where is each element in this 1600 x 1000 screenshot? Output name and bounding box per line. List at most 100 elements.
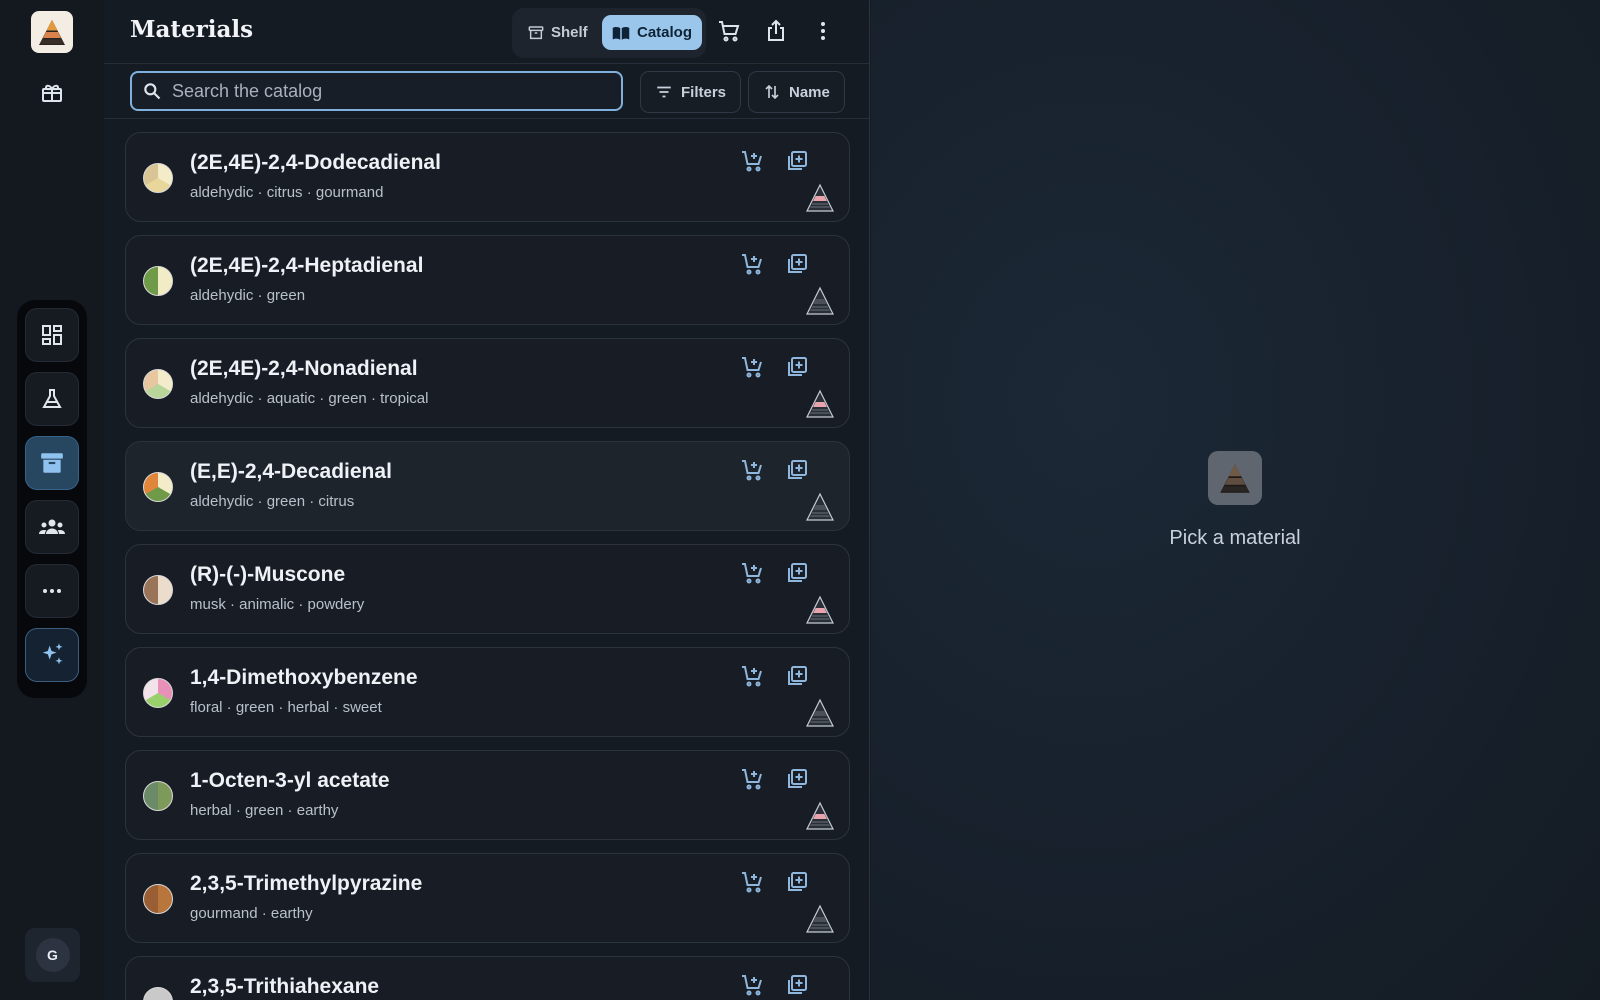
list-item[interactable]: (2E,4E)-2,4-Dodecadienal aldehydic · citr…	[125, 132, 850, 222]
list-item[interactable]: 2,3,5-Trithiahexane	[125, 956, 850, 1000]
add-to-shelf-icon[interactable]	[783, 559, 811, 587]
add-to-cart-icon[interactable]	[738, 353, 766, 381]
pyramid-icon	[806, 286, 834, 316]
color-swatch	[143, 163, 173, 193]
header-divider	[104, 63, 870, 64]
empty-state-text: Pick a material	[1169, 527, 1301, 549]
add-to-shelf-icon[interactable]	[783, 147, 811, 175]
tab-shelf[interactable]: Shelf	[518, 15, 598, 50]
list-item[interactable]: (2E,4E)-2,4-Heptadienal aldehydic · green	[125, 235, 850, 325]
tab-shelf-label: Shelf	[551, 24, 588, 41]
list-item[interactable]: 2,3,5-Trimethylpyrazine gourmand · earthy	[125, 853, 850, 943]
add-to-cart-icon[interactable]	[738, 765, 766, 793]
sort-icon	[765, 84, 779, 100]
view-toggle: Shelf Catalog	[512, 8, 706, 58]
list-item[interactable]: 1,4-Dimethoxybenzene floral · green · her…	[125, 647, 850, 737]
pyramid-icon	[806, 595, 834, 625]
nav-dashboard-button[interactable]	[25, 308, 79, 362]
search-box[interactable]	[130, 71, 623, 111]
add-to-cart-icon[interactable]	[738, 971, 766, 999]
flask-icon	[42, 389, 62, 408]
material-name: 2,3,5-Trithiahexane	[190, 975, 380, 998]
toolbar-divider	[104, 118, 870, 119]
filters-button[interactable]: Filters	[640, 71, 742, 113]
nav-lab-button[interactable]	[25, 372, 79, 426]
tab-catalog[interactable]: Catalog	[602, 15, 703, 50]
add-to-shelf-icon[interactable]	[783, 971, 811, 999]
sparkle-icon	[42, 643, 63, 665]
color-swatch	[143, 369, 173, 399]
archive-icon	[528, 25, 544, 39]
add-to-cart-icon[interactable]	[738, 868, 766, 896]
list-item[interactable]: 1-Octen-3-yl acetate herbal · green · ear…	[125, 750, 850, 840]
add-to-cart-icon[interactable]	[738, 250, 766, 278]
nav-shelf-button[interactable]	[25, 436, 79, 490]
people-icon	[39, 519, 65, 534]
material-name: 1,4-Dimethoxybenzene	[190, 666, 418, 689]
nav-group	[17, 300, 87, 698]
materials-panel: Materials Shelf Catalog Filters Name (2E…	[104, 0, 870, 1000]
material-tags: aldehydic · green	[190, 287, 306, 304]
pyramid-icon	[806, 801, 834, 831]
avatar: G	[35, 938, 70, 972]
add-to-shelf-icon[interactable]	[783, 456, 811, 484]
add-to-cart-icon[interactable]	[738, 559, 766, 587]
detail-pane: Pick a material	[871, 0, 1600, 1000]
pyramid-icon	[806, 389, 834, 419]
nav-ai-button[interactable]	[25, 628, 79, 682]
nav-community-button[interactable]	[25, 500, 79, 554]
account-button[interactable]: G	[25, 928, 80, 982]
add-to-shelf-icon[interactable]	[783, 353, 811, 381]
material-tags: floral · green · herbal · sweet	[190, 699, 382, 716]
sort-label: Name	[789, 83, 830, 101]
dashboard-icon	[42, 325, 62, 345]
material-name: (2E,4E)-2,4-Heptadienal	[190, 254, 424, 277]
color-swatch	[143, 575, 173, 605]
app-logo-icon	[1208, 451, 1262, 505]
search-input[interactable]	[172, 80, 621, 102]
material-name: (R)-(-)-Muscone	[190, 563, 346, 586]
material-tags: aldehydic · green · citrus	[190, 493, 355, 510]
list-item[interactable]: (E,E)-2,4-Decadienal aldehydic · green · …	[125, 441, 850, 531]
sort-button[interactable]: Name	[748, 71, 845, 113]
color-swatch	[143, 266, 173, 296]
add-to-shelf-icon[interactable]	[783, 662, 811, 690]
add-to-cart-icon[interactable]	[738, 662, 766, 690]
add-to-cart-icon[interactable]	[738, 456, 766, 484]
material-name: (2E,4E)-2,4-Nonadienal	[190, 357, 418, 380]
pyramid-icon	[806, 183, 834, 213]
add-to-shelf-icon[interactable]	[783, 765, 811, 793]
add-to-shelf-icon[interactable]	[783, 868, 811, 896]
search-icon	[132, 81, 172, 101]
more-horizontal-icon	[43, 589, 61, 593]
cart-icon[interactable]	[714, 16, 744, 46]
pyramid-icon	[806, 698, 834, 728]
color-swatch	[143, 884, 173, 914]
more-vertical-icon[interactable]	[808, 16, 838, 46]
material-tags: musk · animalic · powdery	[190, 596, 365, 613]
color-swatch	[143, 781, 173, 811]
share-icon[interactable]	[761, 16, 791, 46]
material-name: 1-Octen-3-yl acetate	[190, 769, 390, 792]
material-tags: gourmand · earthy	[190, 905, 313, 922]
color-swatch	[143, 987, 173, 1000]
add-to-cart-icon[interactable]	[738, 147, 766, 175]
filters-label: Filters	[681, 83, 727, 101]
archive-icon	[41, 453, 63, 473]
app-logo-icon[interactable]	[31, 11, 73, 53]
pyramid-icon	[806, 904, 834, 934]
gift-icon[interactable]	[40, 80, 64, 104]
add-to-shelf-icon[interactable]	[783, 250, 811, 278]
nav-more-button[interactable]	[25, 564, 79, 618]
material-name: (E,E)-2,4-Decadienal	[190, 460, 392, 483]
page-title: Materials	[130, 16, 254, 43]
pyramid-icon	[806, 492, 834, 522]
material-name: 2,3,5-Trimethylpyrazine	[190, 872, 423, 895]
book-icon	[612, 26, 630, 40]
material-tags: aldehydic · aquatic · green · tropical	[190, 390, 429, 407]
list-item[interactable]: (R)-(-)-Muscone musk · animalic · powdery	[125, 544, 850, 634]
materials-list: (2E,4E)-2,4-Dodecadienal aldehydic · citr…	[125, 132, 850, 1000]
tab-catalog-label: Catalog	[637, 24, 693, 41]
material-tags: aldehydic · citrus · gourmand	[190, 184, 384, 201]
list-item[interactable]: (2E,4E)-2,4-Nonadienal aldehydic · aquati…	[125, 338, 850, 428]
